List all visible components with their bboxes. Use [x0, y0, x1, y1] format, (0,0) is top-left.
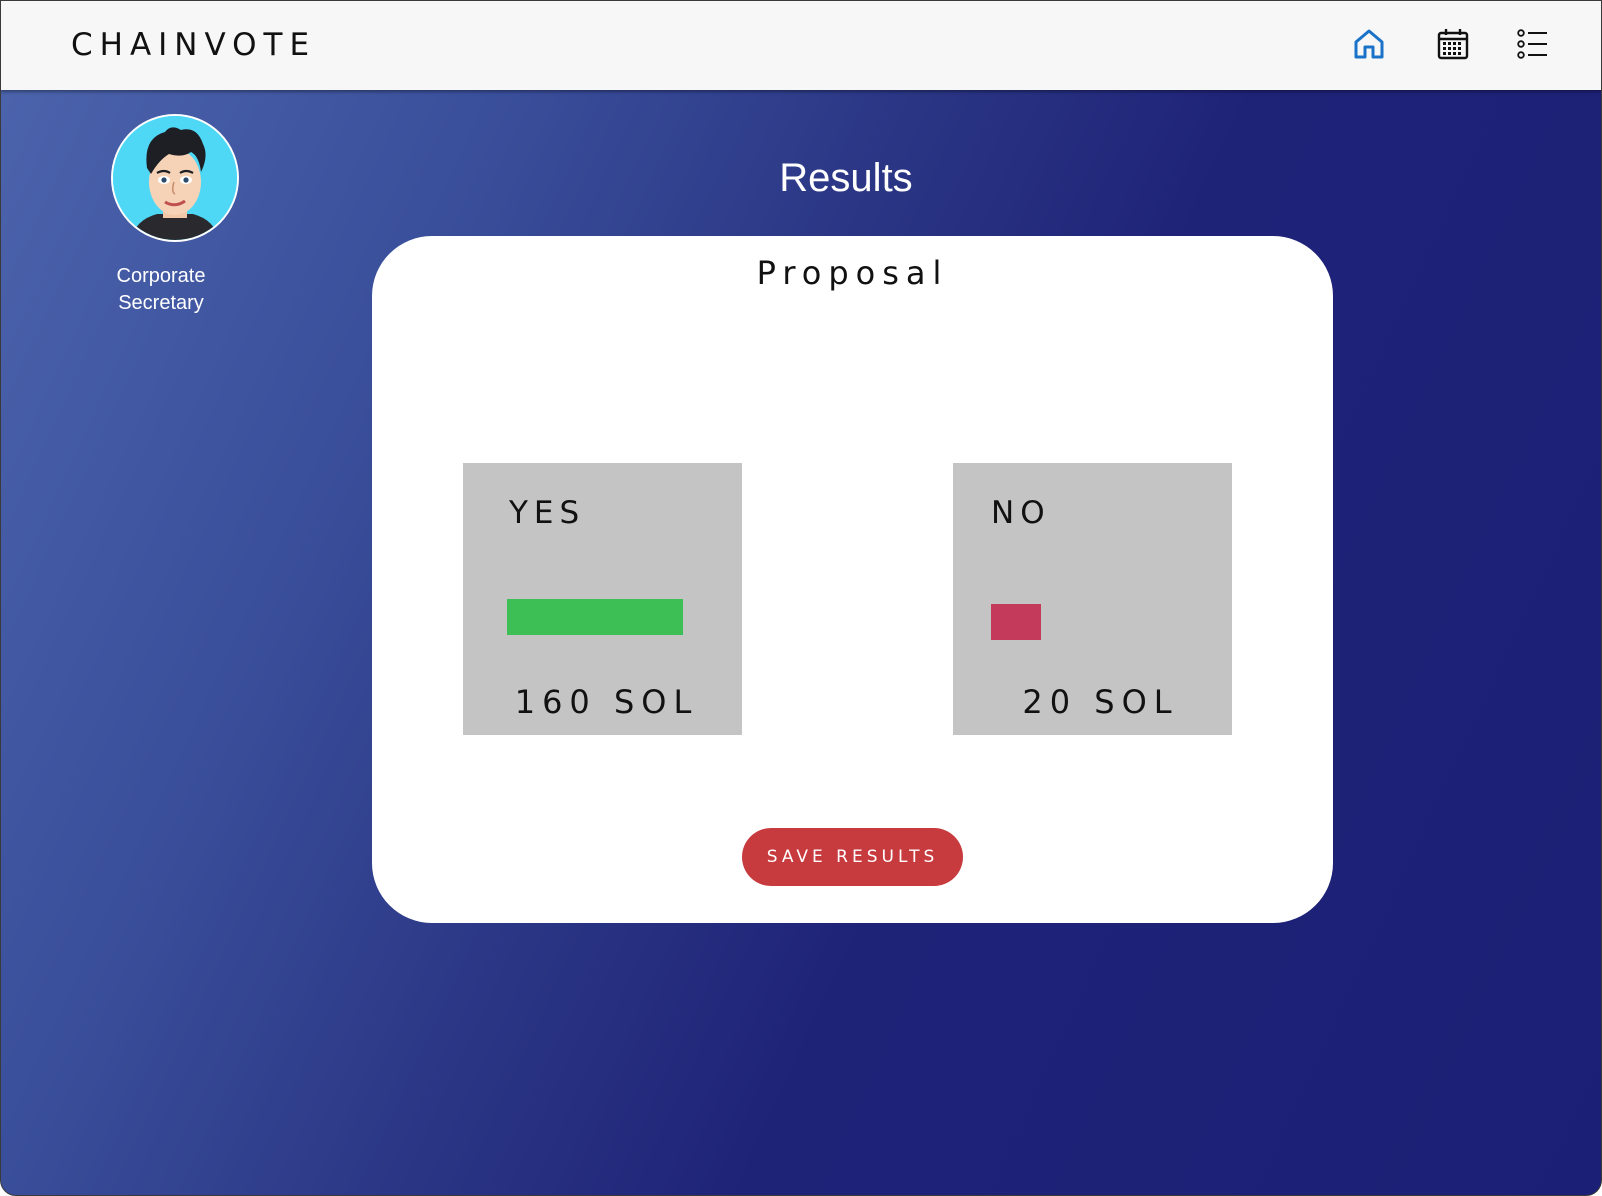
option-label: YES: [509, 495, 586, 531]
option-card-yes: YES 160 SOL: [463, 463, 742, 735]
top-navigation-bar: CHAINVOTE: [1, 1, 1601, 90]
avatar[interactable]: [111, 114, 239, 242]
page-title: Results: [779, 156, 913, 200]
profile-role: Corporate Secretary: [116, 265, 206, 314]
vote-bar-yes: [507, 599, 683, 635]
results-card: Proposal YES 160 SOL NO 20 SOL SAVE RESU…: [372, 236, 1333, 923]
option-amount: 160 SOL: [514, 683, 699, 721]
proposal-title: Proposal: [756, 254, 949, 292]
app-window: CHAINVOTE Corporate Secretary Results Pr…: [0, 0, 1602, 1196]
option-amount: 20 SOL: [1022, 683, 1179, 721]
vote-bar-no: [991, 604, 1041, 640]
list-icon[interactable]: [1512, 23, 1554, 65]
calendar-icon[interactable]: [1432, 23, 1474, 65]
brand-logo-text[interactable]: CHAINVOTE: [71, 27, 316, 63]
home-icon[interactable]: [1348, 23, 1390, 65]
option-label: NO: [991, 495, 1051, 531]
save-results-button[interactable]: SAVE RESULTS: [742, 828, 963, 886]
option-card-no: NO 20 SOL: [953, 463, 1232, 735]
